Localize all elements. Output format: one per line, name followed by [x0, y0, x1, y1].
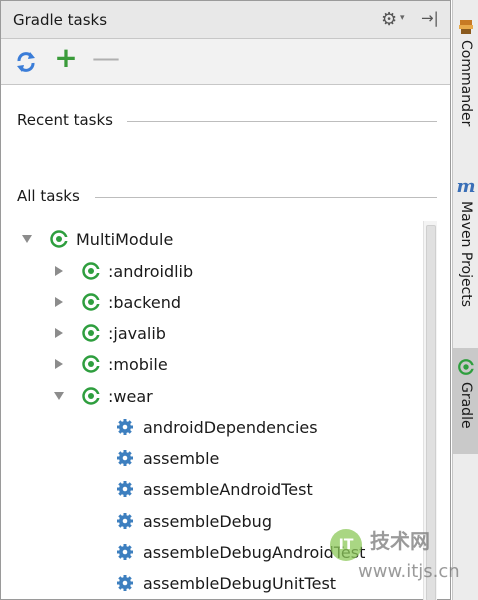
tree-node-module[interactable]: :backend [53, 288, 181, 316]
panel-titlebar: Gradle tasks ⚙ ▾ →| [1, 1, 450, 39]
tab-commander[interactable]: Commander [453, 18, 478, 153]
tree-node-label: MultiModule [76, 229, 174, 249]
tree-node-label: :mobile [108, 354, 168, 374]
tree-node-label: :androidlib [108, 261, 194, 281]
gradle-tasks-panel: Gradle tasks ⚙ ▾ →| + — Recent tasks All… [0, 0, 451, 600]
hide-panel-icon[interactable]: →| [421, 9, 439, 27]
gradle-module-icon [82, 387, 101, 405]
toolbar: + — [1, 39, 450, 85]
tool-window-sidebar: Commander m Maven Projects Gradle [452, 0, 478, 600]
tree-node-module[interactable]: :mobile [53, 350, 168, 378]
gear-icon[interactable]: ⚙ [381, 9, 397, 30]
gradle-module-icon [82, 262, 101, 280]
task-item[interactable]: androidDependencies [116, 413, 318, 441]
task-label: androidDependencies [143, 417, 318, 437]
gradle-module-icon [82, 293, 101, 311]
gear-icon [117, 544, 133, 560]
gear-icon [117, 419, 133, 435]
chevron-right-icon[interactable] [53, 327, 65, 339]
divider [127, 121, 437, 122]
chevron-right-icon[interactable] [53, 358, 65, 370]
panel-title: Gradle tasks [13, 11, 108, 29]
divider [95, 197, 437, 198]
task-item[interactable]: assembleAndroidTest [116, 475, 313, 503]
maven-icon: m [456, 176, 476, 197]
tab-label: Gradle [458, 382, 474, 429]
task-item[interactable]: assembleDebugUnitTest [116, 569, 336, 597]
watermark-title: 技术网 [370, 529, 430, 553]
plus-icon[interactable]: + [51, 43, 81, 73]
gear-icon [117, 513, 133, 529]
task-label: assemble [143, 448, 220, 468]
recent-tasks-label: Recent tasks [17, 111, 113, 129]
tree-node-label: :javalib [108, 323, 166, 343]
tab-maven-projects[interactable]: m Maven Projects [453, 176, 478, 328]
gradle-project-icon [50, 230, 69, 248]
all-tasks-label: All tasks [17, 187, 80, 205]
gradle-icon [458, 359, 475, 375]
gear-icon [117, 481, 133, 497]
task-item[interactable]: assembleDebugAndroidTest [116, 538, 365, 566]
tree-node-module[interactable]: :javalib [53, 319, 166, 347]
chevron-down-icon[interactable]: ▾ [400, 13, 405, 23]
gear-icon [117, 575, 133, 591]
minus-icon[interactable]: — [91, 43, 121, 73]
watermark-url: www.itjs.cn [358, 561, 460, 582]
task-item[interactable]: assembleDebug [116, 507, 272, 535]
chevron-right-icon[interactable] [53, 296, 65, 308]
refresh-icon[interactable] [11, 47, 41, 77]
gradle-module-icon [82, 355, 101, 373]
tab-label: Maven Projects [458, 201, 474, 308]
task-label: assembleDebug [143, 511, 272, 531]
chevron-down-icon[interactable] [21, 233, 33, 245]
tree-node-module[interactable]: :androidlib [53, 257, 193, 285]
watermark-logo: IT [330, 529, 362, 561]
task-label: assembleAndroidTest [143, 479, 313, 499]
task-item[interactable]: assemble [116, 444, 219, 472]
task-label: assembleDebugUnitTest [143, 573, 337, 593]
watermark: IT 技术网 www.itjs.cn [330, 525, 470, 593]
gradle-module-icon [82, 324, 101, 342]
gear-icon [117, 450, 133, 466]
tree-node-label: :wear [108, 386, 153, 406]
chevron-right-icon[interactable] [53, 265, 65, 277]
tree-node-module[interactable]: :wear [53, 382, 153, 410]
commander-icon [459, 20, 473, 34]
tree-node-label: :backend [108, 292, 181, 312]
tree-node-multimodule[interactable]: MultiModule [21, 225, 173, 253]
tab-label: Commander [458, 40, 474, 127]
tab-gradle[interactable]: Gradle [453, 348, 478, 454]
chevron-down-icon[interactable] [53, 390, 65, 402]
